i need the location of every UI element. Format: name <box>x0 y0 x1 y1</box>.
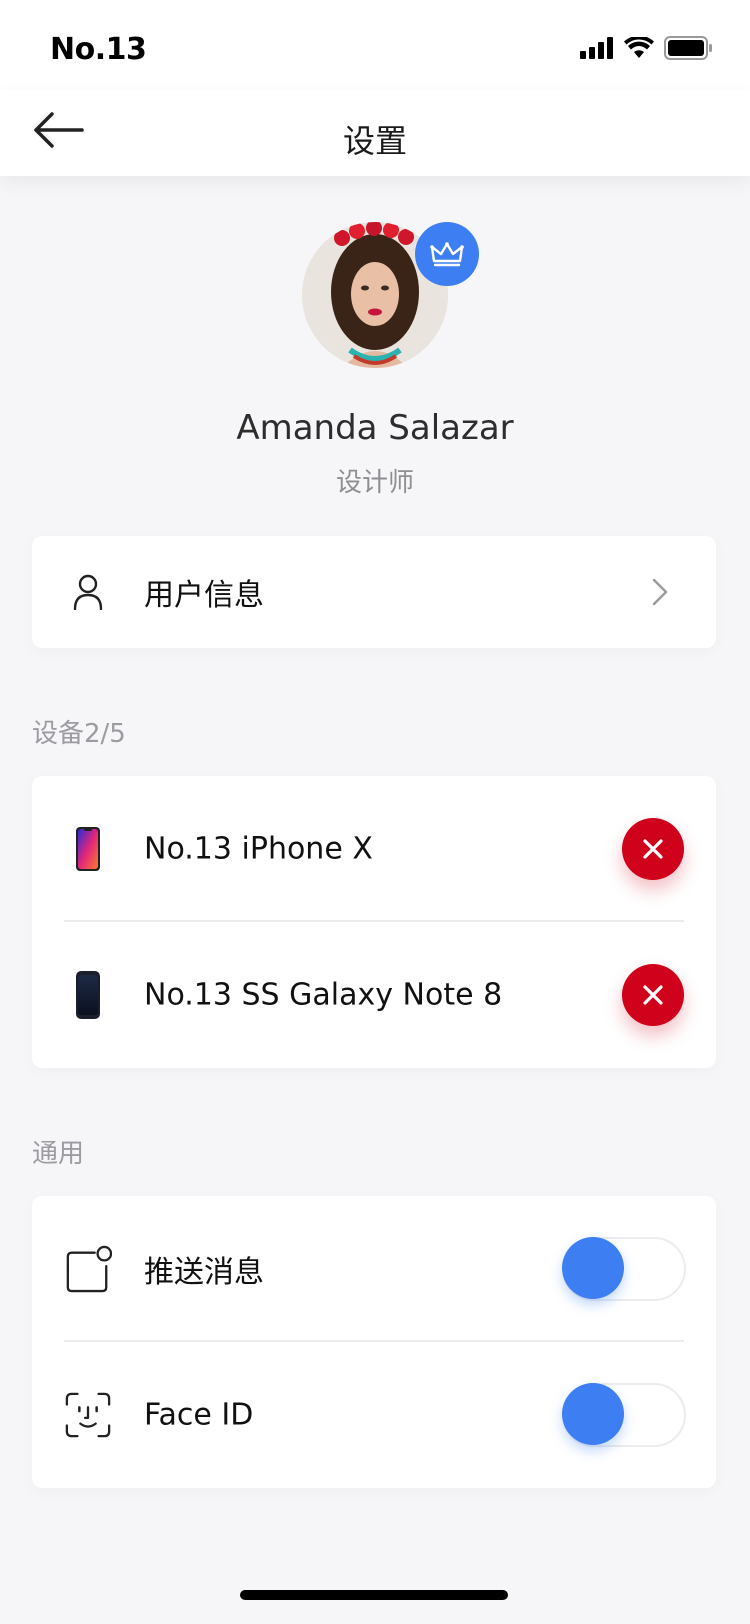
nav-bar: 设置 <box>0 90 750 176</box>
user-info-row[interactable]: 用户信息 <box>32 536 716 648</box>
setting-label: Face ID <box>144 1397 254 1433</box>
carrier-label: No.13 <box>50 32 147 67</box>
crown-icon <box>430 242 464 267</box>
general-section-label: 通用 <box>32 1139 85 1169</box>
remove-device-button[interactable] <box>622 964 684 1026</box>
user-info-label: 用户信息 <box>144 578 264 613</box>
setting-row: 推送消息 <box>32 1196 716 1342</box>
push-notification-toggle[interactable] <box>562 1237 686 1301</box>
general-card: 推送消息 Face ID <box>32 1196 716 1488</box>
signal-icon <box>580 37 613 59</box>
setting-row: Face ID <box>32 1342 716 1488</box>
face-id-icon <box>64 1391 112 1439</box>
galaxy-phone-icon <box>64 971 112 1019</box>
user-info-card: 用户信息 <box>32 536 716 648</box>
status-icons <box>580 36 712 60</box>
face-id-toggle[interactable] <box>562 1383 686 1447</box>
page-title: 设置 <box>342 122 407 160</box>
vip-badge <box>415 222 479 286</box>
device-label: No.13 SS Galaxy Note 8 <box>144 977 503 1013</box>
battery-icon <box>664 36 712 60</box>
user-icon <box>64 568 112 616</box>
profile-role: 设计师 <box>335 468 414 498</box>
notification-icon <box>64 1245 112 1293</box>
device-label: No.13 iPhone X <box>144 831 373 867</box>
setting-label: 推送消息 <box>144 1255 264 1290</box>
device-row: No.13 SS Galaxy Note 8 <box>32 922 716 1068</box>
home-indicator <box>240 1590 508 1600</box>
devices-card: No.13 iPhone X No.13 SS Galaxy Note 8 <box>32 776 716 1068</box>
profile-section: Amanda Salazar 设计师 <box>0 222 750 502</box>
toggle-knob <box>562 1237 624 1299</box>
profile-name: Amanda Salazar <box>236 408 514 448</box>
chevron-right-icon <box>652 578 668 606</box>
devices-section-label: 设备2/5 <box>32 719 126 749</box>
close-icon <box>643 985 663 1005</box>
remove-device-button[interactable] <box>622 818 684 880</box>
toggle-knob <box>562 1383 624 1445</box>
status-bar: No.13 <box>0 0 750 90</box>
device-row: No.13 iPhone X <box>32 776 716 922</box>
close-icon <box>643 839 663 859</box>
wifi-icon <box>624 37 654 58</box>
iphone-icon <box>64 825 112 873</box>
